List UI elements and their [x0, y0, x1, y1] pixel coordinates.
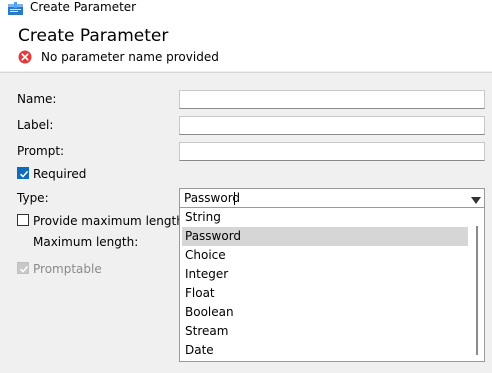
dialog-title: Create Parameter	[18, 26, 169, 46]
dropdown-arrow-icon[interactable]	[471, 194, 481, 204]
create-parameter-icon	[7, 1, 25, 16]
checkmark-icon	[19, 265, 29, 273]
checkmark-icon	[19, 170, 29, 178]
dropdown-scrollbar[interactable]	[476, 226, 478, 355]
promptable-checkbox	[17, 262, 29, 274]
type-label: Type:	[17, 191, 49, 205]
label-field[interactable]	[179, 116, 485, 135]
error-icon	[18, 50, 32, 64]
required-checkbox[interactable]	[17, 167, 29, 179]
dropdown-option-integer[interactable]: Integer	[182, 265, 468, 284]
provide-max-length-label: Provide maximum length	[33, 214, 184, 228]
dropdown-option-boolean[interactable]: Boolean	[182, 303, 468, 322]
text-caret	[234, 192, 235, 205]
provide-max-length-checkbox[interactable]	[17, 214, 29, 226]
window-title: Create Parameter	[30, 0, 137, 14]
maximum-length-label: Maximum length:	[33, 235, 139, 249]
dropdown-option-string[interactable]: String	[182, 208, 468, 227]
dropdown-option-float[interactable]: Float	[182, 284, 468, 303]
name-label: Name:	[17, 92, 57, 106]
type-dropdown-list[interactable]: String Password Choice Integer Float Boo…	[179, 207, 485, 362]
required-label: Required	[33, 167, 87, 181]
name-field[interactable]	[179, 90, 485, 109]
type-combo-value: Password	[184, 191, 241, 205]
prompt-field[interactable]	[179, 142, 485, 161]
error-message: No parameter name provided	[41, 50, 219, 64]
dropdown-option-choice[interactable]: Choice	[182, 246, 468, 265]
dropdown-option-password[interactable]: Password	[182, 227, 468, 246]
promptable-label: Promptable	[33, 262, 102, 276]
dropdown-option-date[interactable]: Date	[182, 341, 468, 360]
prompt-label: Prompt:	[17, 144, 65, 158]
type-combo[interactable]: Password	[179, 188, 485, 208]
label-label: Label:	[17, 118, 54, 132]
dropdown-option-stream[interactable]: Stream	[182, 322, 468, 341]
header-divider	[0, 72, 492, 73]
